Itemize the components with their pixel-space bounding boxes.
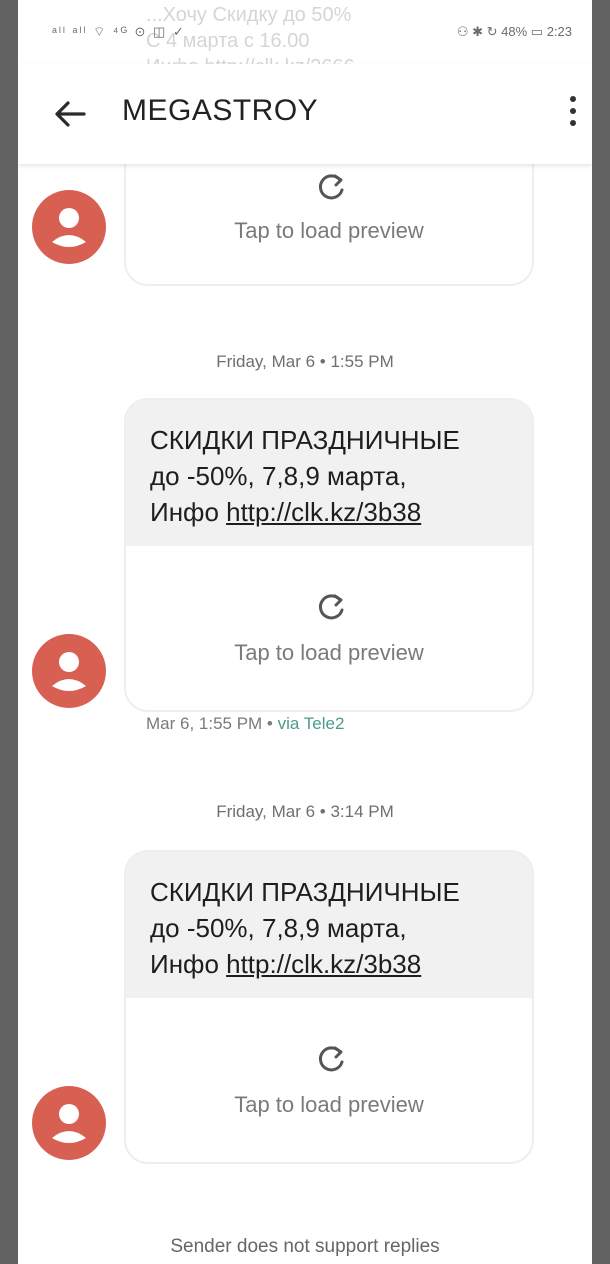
refresh-icon	[314, 1042, 348, 1076]
message-timestamp: Mar 6, 1:55 PM •	[146, 714, 278, 733]
message-text: СКИДКИ ПРАЗДНИЧНЫЕ до -50%, 7,8,9 марта,…	[126, 852, 532, 998]
sender-avatar[interactable]	[32, 1086, 106, 1160]
link-preview[interactable]: Tap to load preview	[126, 546, 532, 710]
message-bubble[interactable]: СКИДКИ ПРАЗДНИЧНЫЕ до -50%, 7,8,9 марта,…	[124, 850, 534, 1164]
message-meta: Mar 6, 1:55 PM • via Tele2	[146, 714, 344, 734]
message-line: СКИДКИ ПРАЗДНИЧНЫЕ	[150, 877, 460, 907]
message-text: СКИДКИ ПРАЗДНИЧНЫЕ до -50%, 7,8,9 марта,…	[126, 400, 532, 546]
info-prefix: Инфо	[150, 497, 227, 527]
carrier-label: via Tele2	[277, 714, 345, 733]
status-left-icons: ᵃˡˡ ᵃˡˡ ⌔ ⁴ᴳ ⊙ ◫ ✓	[52, 24, 186, 39]
refresh-icon	[314, 170, 348, 204]
phone-screen: ...Хочу Скидку до 50% С 4 марта с 16.00 …	[18, 0, 592, 1264]
tap-to-load-preview: Tap to load preview	[234, 218, 424, 243]
message-line: Инфо http://clk.kz/3b38	[150, 494, 512, 530]
replies-not-supported-notice: Sender does not support replies	[170, 1236, 440, 1257]
status-right-info: ⚇ ✱ ↻ 48% ▭ 2:23	[456, 24, 572, 39]
sender-avatar[interactable]	[32, 190, 106, 264]
app-bar: MEGASTROY	[18, 64, 592, 164]
message-link[interactable]: http://clk.kz/3b38	[226, 949, 421, 979]
back-arrow-icon[interactable]	[50, 94, 90, 134]
message-link[interactable]: http://clk.kz/3b38	[226, 497, 421, 527]
message-line: до -50%, 7,8,9 марта,	[150, 913, 407, 943]
refresh-icon	[314, 590, 348, 624]
status-bar: ...Хочу Скидку до 50% С 4 марта с 16.00 …	[18, 0, 592, 78]
date-separator: Friday, Mar 6 • 3:14 PM	[216, 802, 394, 821]
message-line: СКИДКИ ПРАЗДНИЧНЫЕ	[150, 425, 460, 455]
tap-to-load-preview: Tap to load preview	[234, 1092, 424, 1117]
conversation-title: MEGASTROY	[122, 94, 319, 127]
message-line: до -50%, 7,8,9 марта,	[150, 461, 407, 491]
message-line: Инфо http://clk.kz/3b38	[150, 946, 512, 982]
info-prefix: Инфо	[150, 949, 227, 979]
more-options-icon[interactable]	[568, 96, 578, 132]
tap-to-load-preview: Tap to load preview	[234, 640, 424, 665]
message-bubble[interactable]: СКИДКИ ПРАЗДНИЧНЫЕ до -50%, 7,8,9 марта,…	[124, 398, 534, 712]
date-separator: Friday, Mar 6 • 1:55 PM	[216, 352, 394, 371]
link-preview[interactable]: Tap to load preview	[126, 998, 532, 1162]
sender-avatar[interactable]	[32, 634, 106, 708]
